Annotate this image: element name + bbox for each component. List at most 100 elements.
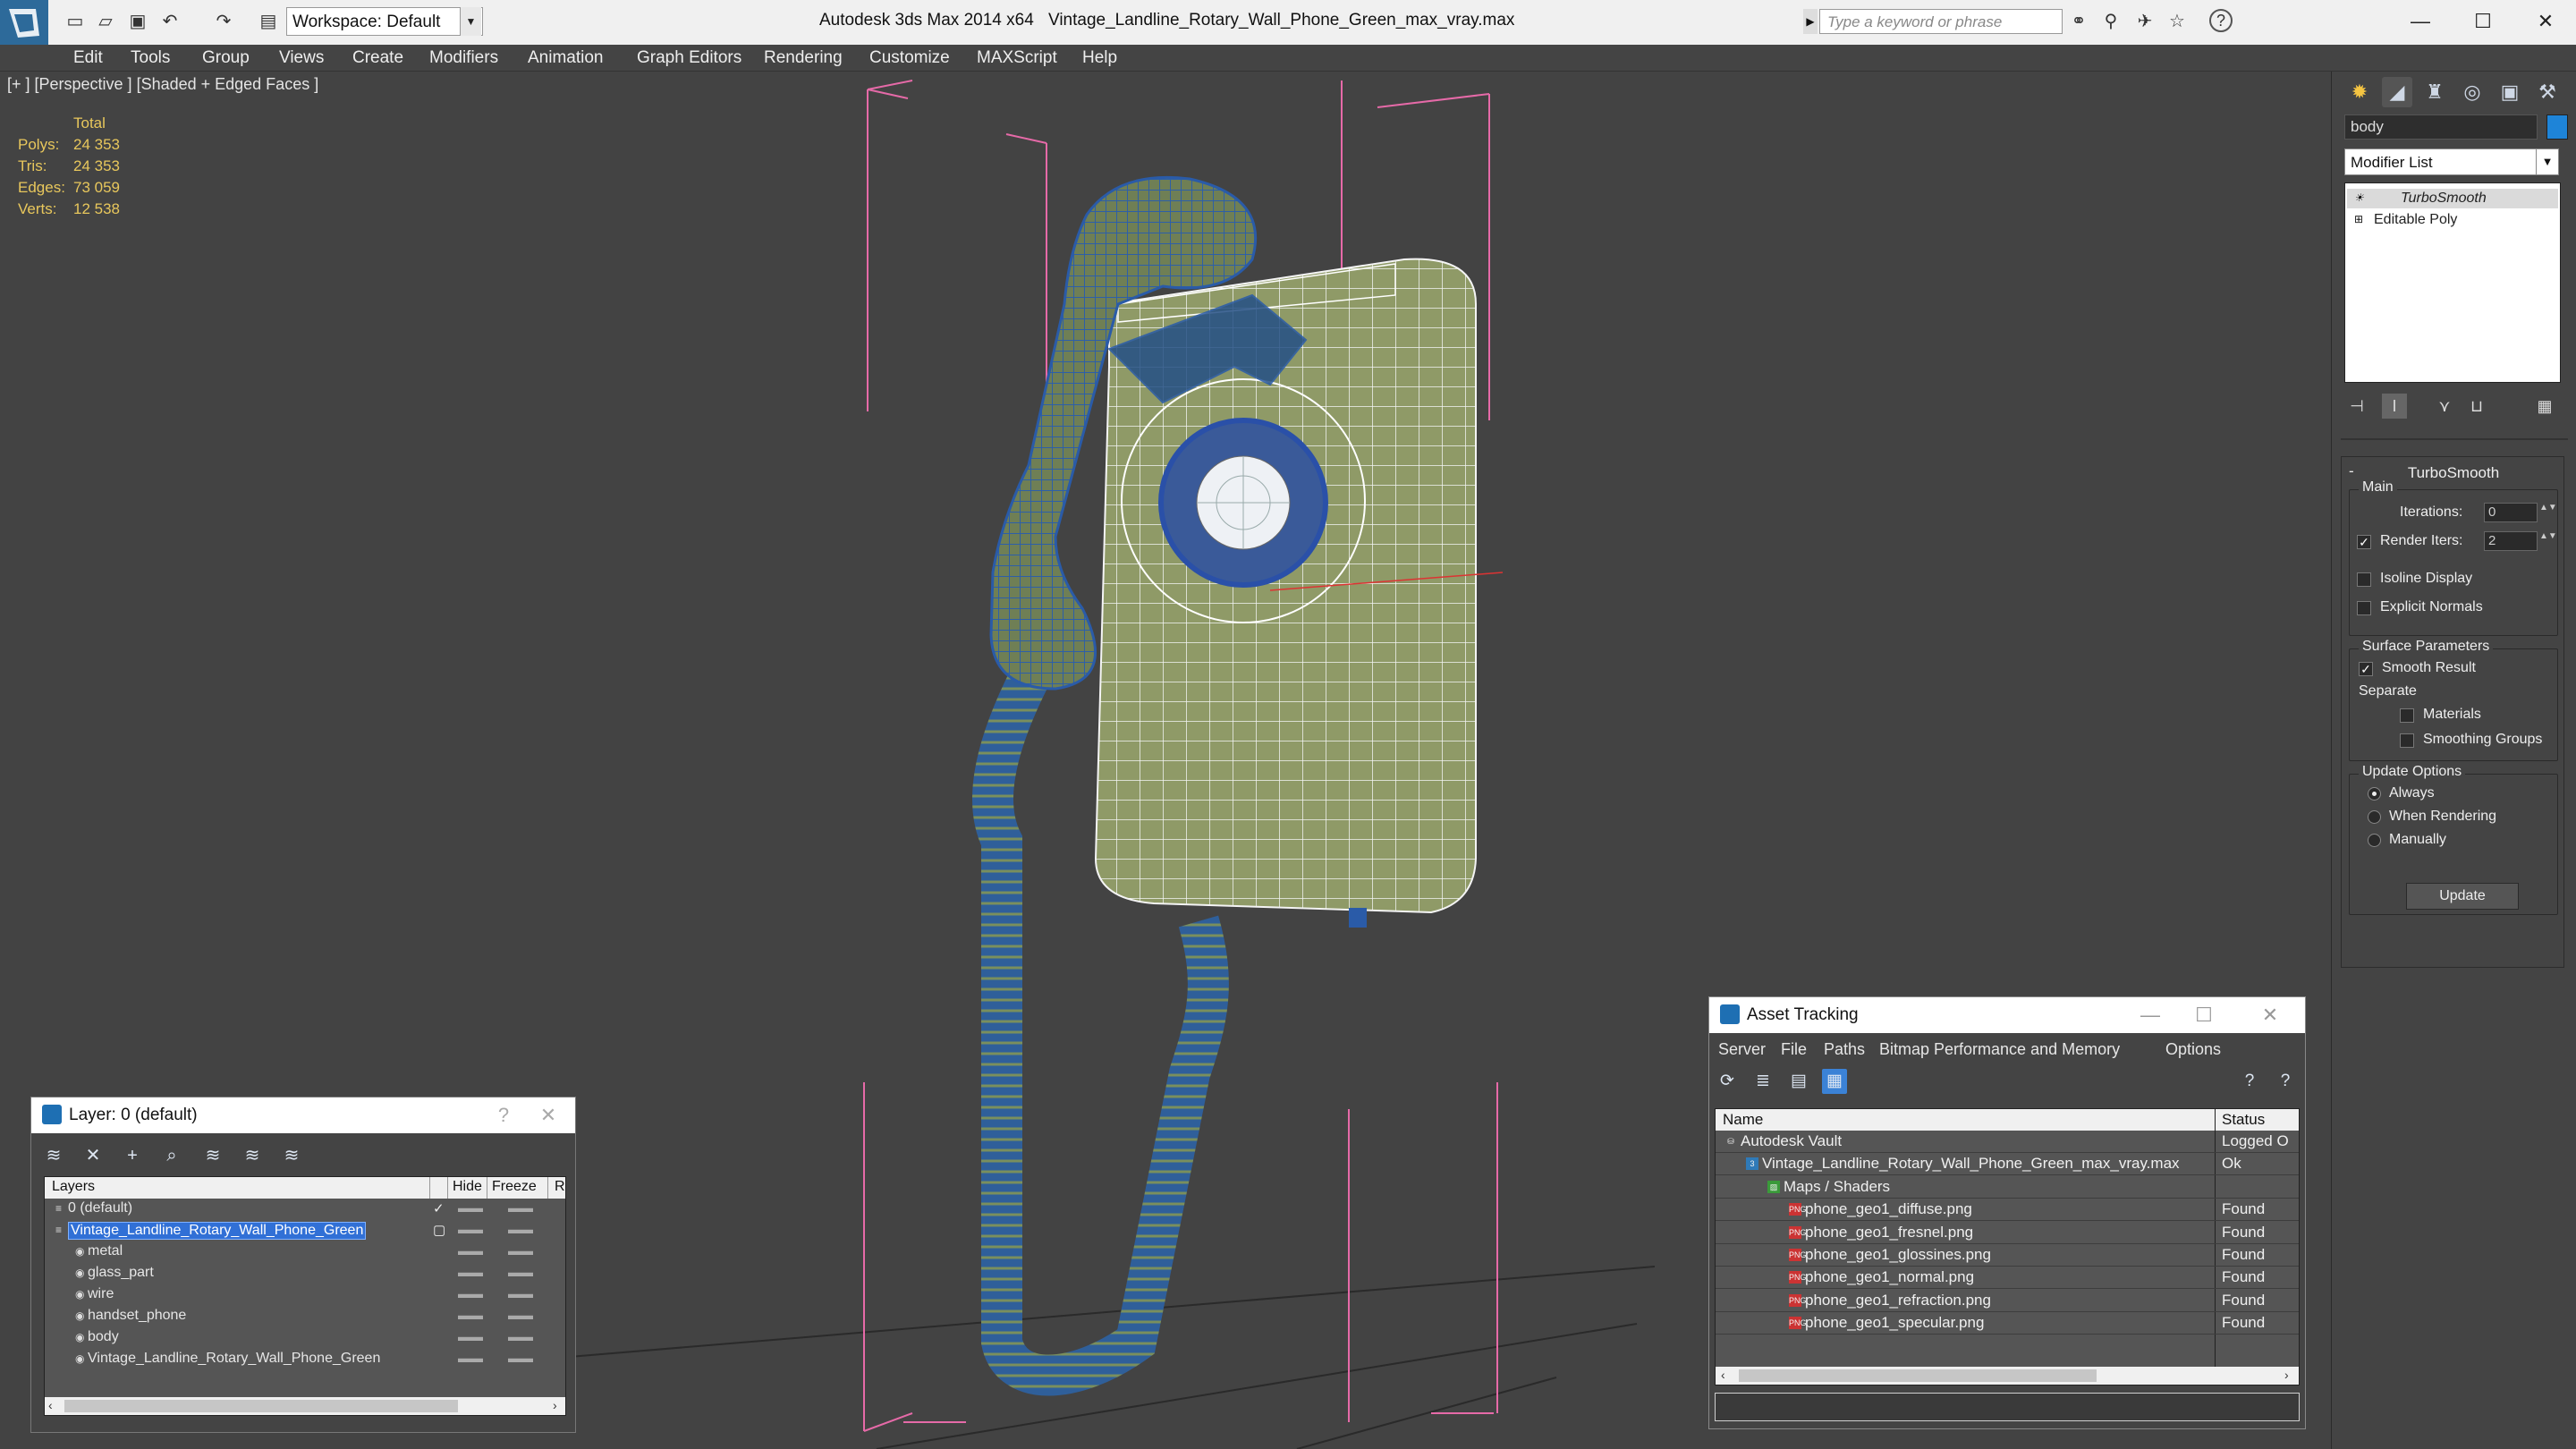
when-rendering-radio[interactable] [2368,810,2381,824]
render-iters-checkbox[interactable]: ✓ [2357,535,2371,549]
hide-toggle[interactable]: ▬▬ [458,1308,483,1322]
menu-modifiers[interactable]: Modifiers [429,48,498,68]
horizontal-scrollbar[interactable]: ‹ › [45,1397,565,1415]
dialog-title-bar[interactable]: Layer: 0 (default) ? ✕ [31,1097,575,1133]
column-header[interactable]: Status [2222,1111,2265,1129]
menu-file[interactable]: File [1781,1040,1807,1059]
layer-row[interactable]: ≡ 0 (default) ✓ ▬▬ ▬▬ [45,1199,565,1220]
asset-row[interactable]: ▨ Maps / Shaders [1716,1176,2299,1199]
object-color-swatch[interactable] [2546,114,2568,140]
update-button[interactable]: Update [2406,883,2519,910]
open-file-icon[interactable]: ▱ [93,9,118,34]
always-radio[interactable] [2368,787,2381,801]
subscription-icon[interactable]: ⚲ [2098,9,2123,34]
thumbnail-view-icon[interactable]: ▤ [1786,1069,1811,1094]
hide-toggle[interactable]: ▬▬ [458,1286,483,1301]
maximize-icon[interactable]: ☐ [2190,1003,2217,1028]
current-layer-indicator[interactable]: ▢ [433,1222,445,1238]
column-header[interactable]: Hide [453,1179,482,1195]
menu-tools[interactable]: Tools [131,48,170,68]
menu-help[interactable]: Help [1082,48,1117,68]
freeze-toggle[interactable]: ▬▬ [508,1200,533,1215]
menu-customize[interactable]: Customize [869,48,950,68]
new-layer-icon[interactable]: ≋ [40,1142,67,1169]
freeze-toggle[interactable]: ▬▬ [508,1286,533,1301]
hide-toggle[interactable]: ▬▬ [458,1222,483,1236]
freeze-toggle[interactable]: ▬▬ [508,1351,533,1365]
menu-graph-editors[interactable]: Graph Editors [637,48,741,68]
app-logo-button[interactable] [0,0,48,45]
chevron-down-icon[interactable]: ▼ [2536,149,2558,174]
layer-row[interactable]: ◉ handset_phone ▬▬ ▬▬ [45,1306,565,1327]
search-expand-icon[interactable]: ▶ [1803,9,1818,34]
current-layer-indicator[interactable]: ✓ [433,1200,445,1216]
asset-row[interactable]: PNG phone_geo1_fresnel.png Found [1716,1222,2299,1244]
motion-tab-icon[interactable]: ◎ [2457,77,2487,107]
settings-help-icon[interactable]: ? [2273,1069,2298,1094]
layer-row[interactable]: ◉ Vintage_Landline_Rotary_Wall_Phone_Gree… [45,1349,565,1370]
configure-sets-icon[interactable]: ▦ [2532,394,2557,419]
workspace-dropdown[interactable]: Workspace: Default [286,7,483,36]
help-icon[interactable]: ? [2209,9,2233,32]
menu-group[interactable]: Group [202,48,250,68]
iterations-spinner[interactable]: 0 [2484,503,2538,522]
delete-layer-icon[interactable]: ✕ [80,1142,106,1169]
layer-row[interactable]: ◉ wire ▬▬ ▬▬ [45,1284,565,1306]
menu-maxscript[interactable]: MAXScript [977,48,1057,68]
column-header[interactable]: Freeze [492,1179,537,1195]
close-icon[interactable]: ✕ [2257,1003,2284,1028]
menu-animation[interactable]: Animation [528,48,604,68]
expand-icon[interactable]: ⊞ [2354,213,2365,225]
menu-options[interactable]: Options [2165,1040,2221,1059]
hide-toggle[interactable]: ▬▬ [458,1265,483,1279]
menu-edit[interactable]: Edit [73,48,103,68]
column-header[interactable]: Layers [52,1179,95,1195]
scroll-left-icon[interactable]: ‹ [48,1398,53,1412]
hide-toggle[interactable]: ▬▬ [458,1243,483,1258]
freeze-toggle[interactable]: ▬▬ [508,1243,533,1258]
redo-icon[interactable]: ↷ [211,9,236,34]
new-file-icon[interactable]: ▭ [63,9,88,34]
layer-row[interactable]: ◉ metal ▬▬ ▬▬ [45,1241,565,1263]
stack-item-editable-poly[interactable]: ⊞ Editable Poly [2347,210,2558,230]
highlight-layer-icon[interactable]: ≋ [199,1142,226,1169]
asset-row[interactable]: 3 Vintage_Landline_Rotary_Wall_Phone_Gree… [1716,1153,2299,1176]
refresh-icon[interactable]: ⟳ [1715,1069,1740,1094]
minimize-icon[interactable]: — [2394,5,2447,38]
maximize-icon[interactable]: ☐ [2456,5,2510,38]
remove-modifier-icon[interactable]: ⊔ [2464,394,2489,419]
show-end-result-icon[interactable]: I [2382,394,2407,419]
pin-stack-icon[interactable]: ⊣ [2344,394,2369,419]
asset-row[interactable]: PNG phone_geo1_specular.png Found [1716,1312,2299,1335]
freeze-toggle[interactable]: ▬▬ [508,1265,533,1279]
dialog-title-bar[interactable]: Asset Tracking — ☐ ✕ [1709,997,2305,1033]
modifier-list-dropdown[interactable]: Modifier List [2344,148,2559,175]
add-to-layer-icon[interactable]: + [119,1142,146,1169]
smooth-result-checkbox[interactable]: ✓ [2359,662,2373,676]
layer-row[interactable]: ≡ Vintage_Landline_Rotary_Wall_Phone_Gree… [45,1220,565,1241]
hide-toggle[interactable]: ▬▬ [458,1351,483,1365]
scrollbar-thumb[interactable] [1739,1369,2097,1382]
scrollbar-thumb[interactable] [64,1400,458,1412]
help-icon[interactable]: ? [491,1103,516,1128]
menu-paths[interactable]: Paths [1824,1040,1865,1059]
communication-icon[interactable]: ✈ [2132,9,2157,34]
spinner-arrows-icon[interactable]: ▲▼ [2539,503,2557,522]
hide-toggle[interactable]: ▬▬ [458,1329,483,1343]
hierarchy-tab-icon[interactable]: ♜ [2419,77,2450,107]
help-icon[interactable]: ? [2237,1069,2262,1094]
layer-row[interactable]: ◉ body ▬▬ ▬▬ [45,1327,565,1349]
explicit-normals-checkbox[interactable] [2357,601,2371,615]
layer-row[interactable]: ◉ glass_part ▬▬ ▬▬ [45,1263,565,1284]
minimize-icon[interactable]: — [2137,1003,2164,1028]
modify-tab-icon[interactable]: ◢ [2382,77,2412,107]
hide-all-icon[interactable]: ≋ [239,1142,266,1169]
favorites-icon[interactable]: ☆ [2165,9,2190,34]
table-view-icon[interactable]: ▦ [1822,1069,1847,1094]
materials-checkbox[interactable] [2400,708,2414,723]
render-iters-spinner[interactable]: 2 [2484,531,2538,551]
close-icon[interactable]: ✕ [536,1103,561,1128]
object-name-field[interactable]: body [2344,114,2538,140]
lightbulb-icon[interactable]: ☀ [2354,191,2365,204]
project-folder-icon[interactable]: ▤ [256,9,281,34]
